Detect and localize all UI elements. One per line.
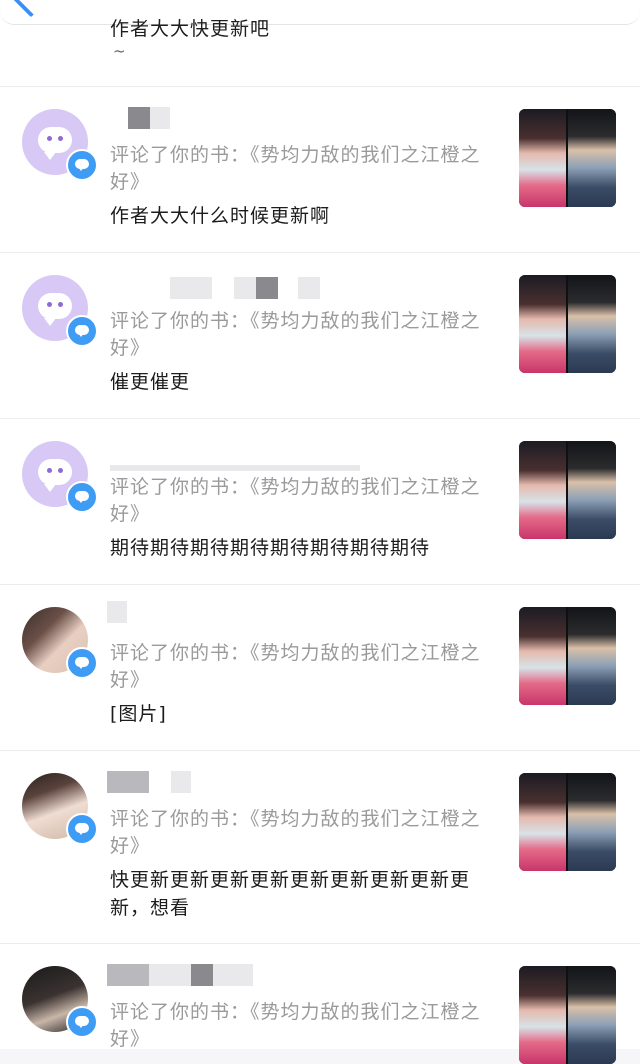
username-masked-part <box>213 964 253 986</box>
book-cover[interactable] <box>519 109 616 207</box>
action-text: 评论了你的书：《势均力敌的我们之江橙之好》 <box>110 310 481 359</box>
notification-item[interactable]: 评论了你的书：《势均力敌的我们之江橙之好》 作者大大什么时候更新啊 <box>0 87 640 253</box>
username-masked[interactable] <box>107 771 149 793</box>
username-masked-part <box>234 277 256 299</box>
book-cover[interactable] <box>519 607 616 705</box>
book-cover[interactable] <box>519 275 616 373</box>
notification-item[interactable]: 评论了你的书：《势均力敌的我们之江橙之好》 期待期待期待期待期待期待期待期待 <box>0 419 640 585</box>
partial-comment-tilde: ~ <box>113 42 126 60</box>
comment-text: 快更新更新更新更新更新更新更新更新更新，想看 <box>110 869 471 919</box>
username-masked-part <box>298 277 320 299</box>
action-text: 评论了你的书：《势均力敌的我们之江橙之好》 <box>110 808 481 857</box>
book-cover[interactable] <box>519 441 616 539</box>
comment-text: 催更催更 <box>110 371 191 393</box>
comment-text: 期待期待期待期待期待期待期待期待 <box>110 537 431 559</box>
username-masked-part <box>150 107 170 129</box>
comment-text: 作者大大什么时候更新啊 <box>110 205 331 227</box>
top-partial-notification[interactable]: 作者大大快更新吧 ~ <box>0 0 640 87</box>
action-text: 评论了你的书：《势均力敌的我们之江橙之好》 <box>110 144 481 193</box>
username-masked-part <box>256 277 278 299</box>
username-masked[interactable] <box>110 465 360 471</box>
book-cover[interactable] <box>519 773 616 871</box>
action-text: 评论了你的书：《势均力敌的我们之江橙之好》 <box>110 476 481 525</box>
username-masked-part <box>171 771 191 793</box>
notification-item[interactable]: 评论了你的书：《势均力敌的我们之江橙之好》 催更催更 <box>0 253 640 419</box>
username-masked[interactable] <box>170 277 212 299</box>
action-text: 评论了你的书：《势均力敌的我们之江橙之好》 <box>110 1001 481 1050</box>
notification-item[interactable]: 评论了你的书：《势均力敌的我们之江橙之好》 [图片] <box>0 585 640 751</box>
partial-comment-text: 作者大大快更新吧 <box>110 18 271 40</box>
notification-item[interactable]: 评论了你的书：《势均力敌的我们之江橙之好》 <box>0 944 640 1064</box>
book-cover[interactable] <box>519 966 616 1064</box>
top-header-card <box>0 0 640 25</box>
username-masked-part <box>149 964 191 986</box>
message-badge-icon <box>66 481 98 513</box>
username-masked[interactable] <box>107 601 127 623</box>
message-badge-icon <box>66 813 98 845</box>
action-text: 评论了你的书：《势均力敌的我们之江橙之好》 <box>110 642 481 691</box>
comment-text: [图片] <box>110 703 167 725</box>
message-badge-icon <box>66 315 98 347</box>
username-masked[interactable] <box>128 107 150 129</box>
username-masked-part <box>191 964 213 986</box>
notification-item[interactable]: 评论了你的书：《势均力敌的我们之江橙之好》 快更新更新更新更新更新更新更新更新更… <box>0 751 640 944</box>
message-badge-icon <box>66 1006 98 1038</box>
message-badge-icon <box>66 647 98 679</box>
message-badge-icon <box>66 149 98 181</box>
username-masked[interactable] <box>107 964 149 986</box>
